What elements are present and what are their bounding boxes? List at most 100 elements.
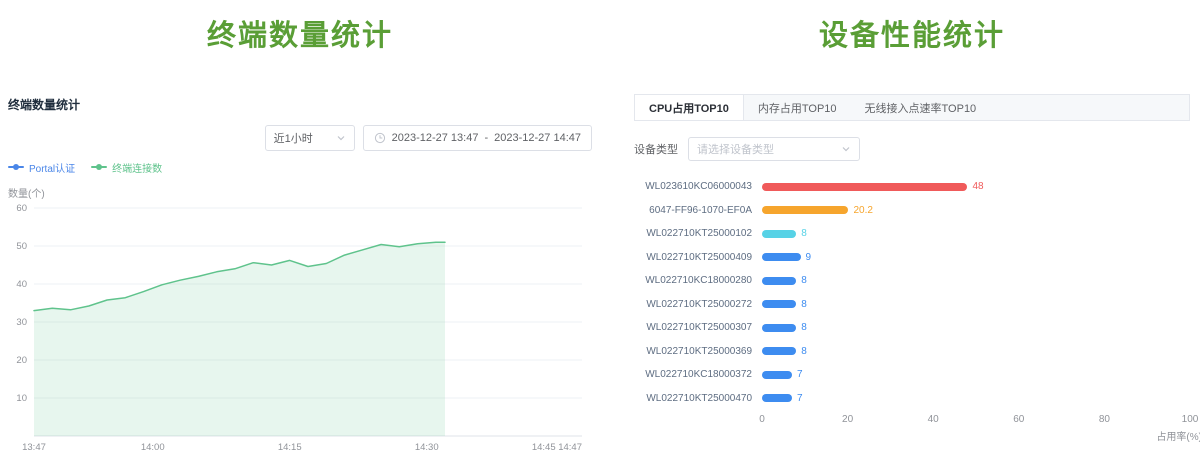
bar-track: 20.2: [762, 199, 1190, 223]
bar-value: 48: [972, 181, 983, 192]
bar: [762, 183, 967, 191]
svg-text:30: 30: [16, 317, 27, 328]
bar-row: WL022710KT25000307 8: [634, 316, 1190, 340]
bar-value: 20.2: [853, 205, 872, 216]
device-type-select-placeholder: 请选择设备类型: [697, 141, 774, 157]
date-range-picker[interactable]: 2023-12-27 13:47 - 2023-12-27 14:47: [363, 125, 592, 151]
svg-text:14:47: 14:47: [558, 442, 582, 453]
bar-row: WL023610KC06000043 48: [634, 175, 1190, 199]
bar-x-ticks: 占用率(%) 020406080100: [762, 412, 1190, 442]
x-tick: 20: [842, 414, 853, 425]
bar: [762, 230, 796, 238]
chart-filter-row: 近1小时 2023-12-27 13:47 - 2023-12-27 14:47: [8, 125, 592, 151]
bar: [762, 300, 796, 308]
bar-category-label: WL022710KT25000272: [634, 299, 762, 310]
legend-marker-icon: [91, 166, 107, 168]
bar-category-label: WL022710KT25000369: [634, 346, 762, 357]
bar: [762, 371, 792, 379]
svg-text:20: 20: [16, 355, 27, 366]
x-tick: 100: [1182, 414, 1199, 425]
bar-value: 8: [801, 322, 807, 333]
legend-marker-icon: [8, 166, 24, 168]
bar-category-label: 6047-FF96-1070-EF0A: [634, 205, 762, 216]
clock-icon: [374, 132, 386, 144]
bar-row: WL022710KT25000102 8: [634, 222, 1190, 246]
svg-text:14:30: 14:30: [415, 442, 439, 453]
bar-value: 7: [797, 393, 803, 404]
tab-0[interactable]: CPU占用TOP10: [635, 95, 744, 120]
dashboard: 终端数量统计 终端数量统计 近1小时 2023-12-27 13:47 - 20…: [0, 0, 1200, 456]
bar-track: 8: [762, 340, 1190, 364]
legend-label: Portal认证: [29, 160, 75, 175]
bar-row: WL022710KC18000280 8: [634, 269, 1190, 293]
bar-row: WL022710KT25000272 8: [634, 293, 1190, 317]
date-range-separator: -: [484, 132, 488, 144]
bar-category-label: WL022710KT25000307: [634, 322, 762, 333]
svg-text:14:15: 14:15: [278, 442, 302, 453]
x-tick: 80: [1099, 414, 1110, 425]
time-range-select-value: 近1小时: [274, 130, 313, 146]
cpu-top10-bar-chart: WL023610KC06000043 48 6047-FF96-1070-EF0A 2…: [634, 175, 1190, 442]
bar-row: 6047-FF96-1070-EF0A 20.2: [634, 199, 1190, 223]
device-performance-panel: 设备性能统计 CPU占用TOP10内存占用TOP10无线接入点速率TOP10 设…: [600, 0, 1200, 456]
legend-item-0[interactable]: Portal认证: [8, 160, 75, 175]
y-axis-title: 数量(个): [8, 185, 592, 200]
bar-category-label: WL022710KT25000409: [634, 252, 762, 263]
x-tick: 40: [928, 414, 939, 425]
bar-track: 7: [762, 387, 1190, 411]
date-range-start: 2023-12-27 13:47: [392, 132, 479, 144]
bar-track: 8: [762, 293, 1190, 317]
bar-category-label: WL023610KC06000043: [634, 181, 762, 192]
device-type-filter: 设备类型 请选择设备类型: [634, 137, 1190, 161]
bar-x-axis: 占用率(%) 020406080100: [634, 412, 1190, 442]
bar-value: 7: [797, 369, 803, 380]
x-axis-label: 占用率(%): [1156, 428, 1200, 443]
svg-text:40: 40: [16, 279, 27, 290]
svg-text:10: 10: [16, 393, 27, 404]
bar-category-label: WL022710KT25000470: [634, 393, 762, 404]
x-tick: 0: [759, 414, 765, 425]
bar-track: 8: [762, 269, 1190, 293]
date-range-end: 2023-12-27 14:47: [494, 132, 581, 144]
time-range-select[interactable]: 近1小时: [265, 125, 355, 151]
left-section-title: 终端数量统计: [8, 12, 592, 54]
bar: [762, 277, 796, 285]
chevron-down-icon: [841, 144, 851, 154]
legend-label: 终端连接数: [112, 160, 162, 175]
device-type-select[interactable]: 请选择设备类型: [688, 137, 860, 161]
bar-value: 8: [801, 346, 807, 357]
bar-value: 8: [801, 228, 807, 239]
bar-category-label: WL022710KC18000372: [634, 369, 762, 380]
bar-value: 8: [801, 299, 807, 310]
right-section-title: 设备性能统计: [634, 12, 1190, 54]
card-title: 终端数量统计: [8, 96, 592, 113]
svg-text:60: 60: [16, 203, 27, 214]
tab-1[interactable]: 内存占用TOP10: [744, 95, 851, 120]
svg-text:14:45: 14:45: [532, 442, 556, 453]
terminal-line-chart: 10 20 30 40 50 60 13:47 14:00 14:15 14:30 14:4514:…: [8, 202, 592, 454]
bar-row: WL022710KT25000369 8: [634, 340, 1190, 364]
bar-row: WL022710KC18000372 7: [634, 363, 1190, 387]
chevron-down-icon: [336, 133, 346, 143]
top10-tabs-bar: CPU占用TOP10内存占用TOP10无线接入点速率TOP10: [634, 94, 1190, 121]
legend-item-1[interactable]: 终端连接数: [91, 160, 162, 175]
bar-row: WL022710KT25000470 7: [634, 387, 1190, 411]
svg-text:50: 50: [16, 241, 27, 252]
bar-rows: WL023610KC06000043 48 6047-FF96-1070-EF0A 2…: [634, 175, 1190, 410]
bar-track: 48: [762, 175, 1190, 199]
bar: [762, 324, 796, 332]
bar-category-label: WL022710KT25000102: [634, 228, 762, 239]
bar: [762, 253, 801, 261]
terminal-stats-panel: 终端数量统计 终端数量统计 近1小时 2023-12-27 13:47 - 20…: [0, 0, 600, 456]
bar: [762, 347, 796, 355]
svg-text:13:47: 13:47: [22, 442, 46, 453]
bar-track: 8: [762, 316, 1190, 340]
bar-value: 9: [806, 252, 812, 263]
bar-category-label: WL022710KC18000280: [634, 275, 762, 286]
bar-value: 8: [801, 275, 807, 286]
bar-track: 8: [762, 222, 1190, 246]
device-type-label: 设备类型: [634, 141, 678, 157]
x-tick: 60: [1013, 414, 1024, 425]
tab-2[interactable]: 无线接入点速率TOP10: [851, 95, 991, 120]
svg-text:14:00: 14:00: [141, 442, 165, 453]
